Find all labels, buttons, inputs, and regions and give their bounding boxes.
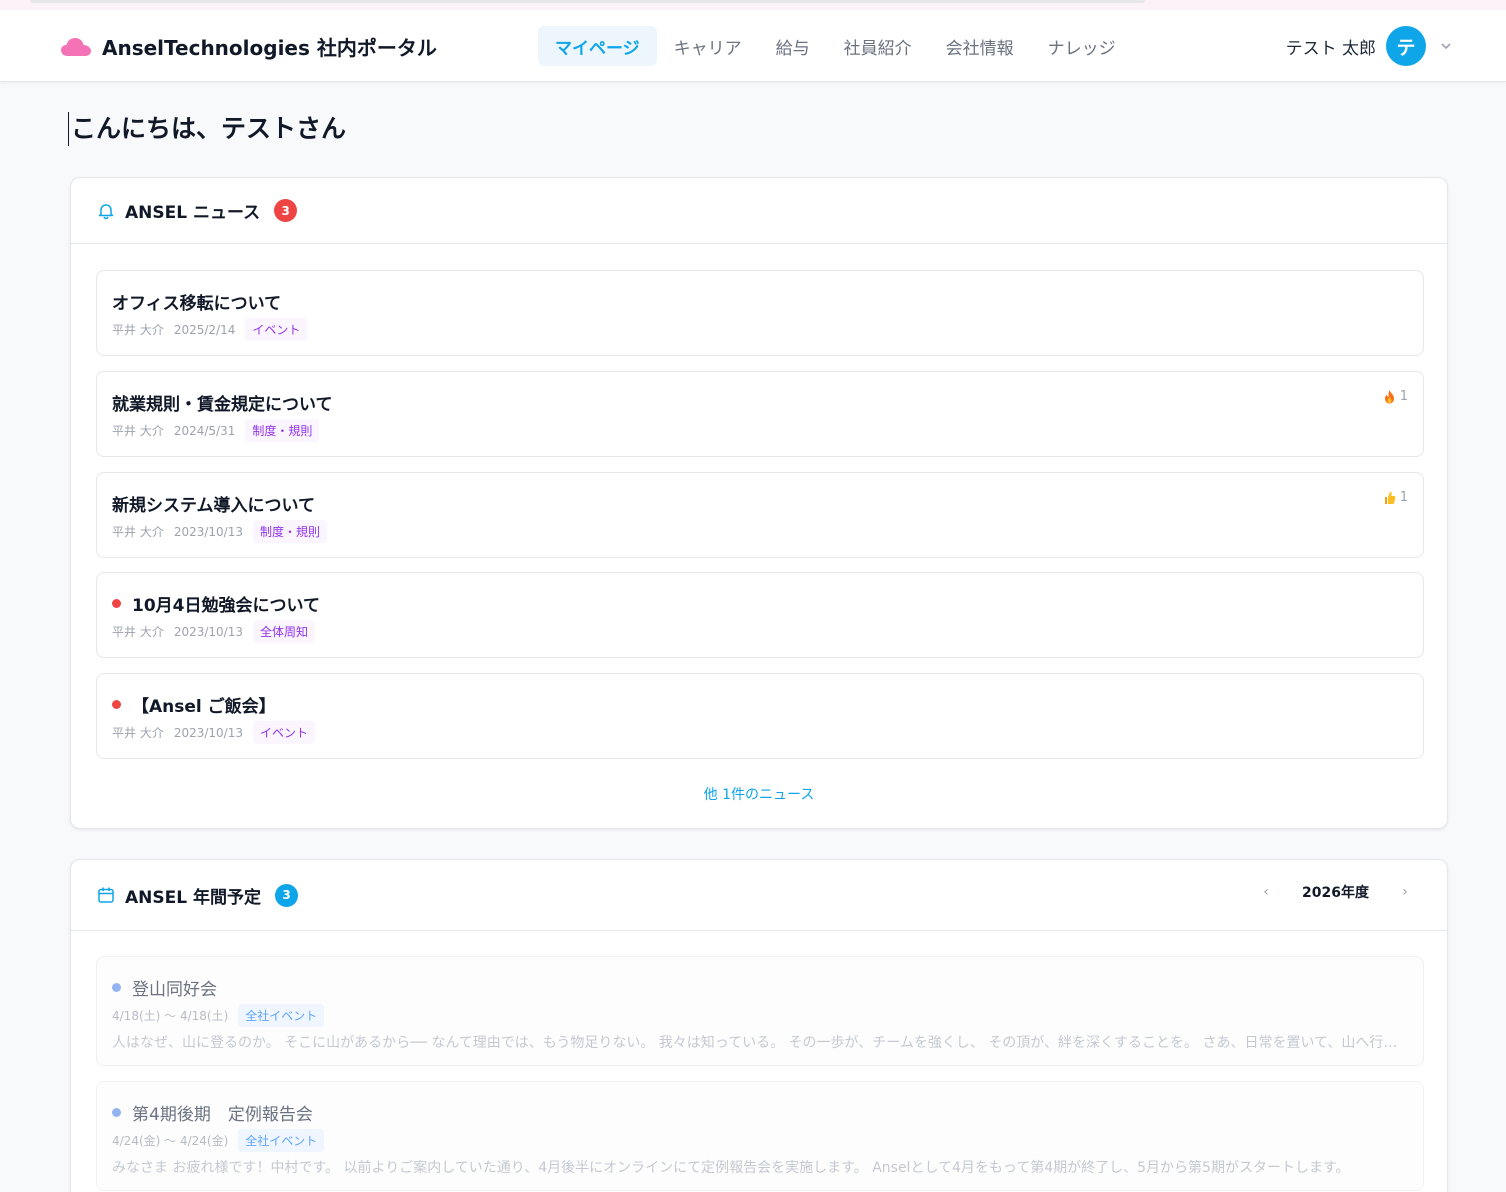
schedule-header: ANSEL 年間予定 3 ‹ 2026年度 › — [71, 860, 1447, 931]
nav-salary[interactable]: 給与 — [759, 26, 827, 66]
event-dot — [112, 1108, 121, 1117]
event-period: 4/24(金) 〜 4/24(金) — [112, 1134, 229, 1148]
news-title: ANSEL ニュース — [125, 203, 261, 223]
news-item-date: 2023/10/13 — [173, 524, 243, 539]
event-title: 登山同好会 — [132, 980, 217, 1000]
news-item-date: 2023/10/13 — [173, 725, 243, 740]
news-item[interactable]: 【Ansel ご飯会】 平井 大介 2023/10/13 イベント — [96, 673, 1424, 759]
thumbs-up-icon — [1384, 491, 1396, 504]
news-item[interactable]: 新規システム導入について 平井 大介 2023/10/13 制度・規則 1 — [96, 472, 1424, 558]
news-item-author: 平井 大介 — [112, 726, 164, 740]
reaction[interactable]: 1 — [1383, 490, 1408, 505]
bell-icon — [98, 203, 114, 219]
nav-career[interactable]: キャリア — [657, 26, 759, 66]
nav-employees[interactable]: 社員紹介 — [827, 26, 929, 66]
news-item[interactable]: 10月4日勉強会について 平井 大介 2023/10/13 全体周知 — [96, 572, 1424, 658]
news-item-date: 2025/2/14 — [173, 322, 236, 337]
nav-knowledge[interactable]: ナレッジ — [1031, 26, 1133, 66]
main-nav: マイページ キャリア 給与 社員紹介 会社情報 ナレッジ — [538, 26, 1133, 66]
news-item-tag: イベント — [253, 721, 316, 744]
reaction[interactable]: 1 — [1383, 389, 1408, 404]
nav-company[interactable]: 会社情報 — [929, 26, 1031, 66]
avatar[interactable]: テ — [1386, 26, 1426, 66]
news-count-badge: 3 — [274, 199, 298, 222]
event-tag: 全社イベント — [238, 1129, 325, 1152]
news-item-date: 2023/10/13 — [173, 624, 243, 639]
event-item[interactable]: 登山同好会 4/18(土) 〜 4/18(土) 全社イベント 人はなぜ、山に登る… — [96, 956, 1424, 1066]
news-item-tag: 制度・規則 — [245, 419, 320, 442]
calendar-icon — [98, 887, 114, 903]
event-description: みなさま お疲れ様です！中村です。 以前よりご案内していた通り、4月後半にオンラ… — [112, 1160, 1350, 1176]
event-title: 第4期後期 定例報告会 — [132, 1105, 313, 1125]
reaction-count: 1 — [1399, 490, 1408, 505]
news-item-author: 平井 大介 — [112, 424, 164, 438]
event-description: 人はなぜ、山に登るのか。 そこに山があるから── なんて理由では、もう物足りない… — [112, 1035, 1408, 1051]
schedule-count-badge: 3 — [275, 883, 298, 907]
event-item[interactable]: 第4期後期 定例報告会 4/24(金) 〜 4/24(金) 全社イベント みなさ… — [96, 1081, 1424, 1191]
year-navigator: ‹ 2026年度 › — [1260, 882, 1411, 902]
event-dot — [112, 983, 121, 992]
browser-bar — [30, 0, 1145, 3]
next-year-button[interactable]: › — [1399, 884, 1411, 900]
news-item[interactable]: 就業規則・賃金規定について 平井 大介 2024/5/31 制度・規則 1 — [96, 371, 1424, 457]
news-item-title: 10月4日勉強会について — [132, 596, 320, 616]
news-item-tag: 制度・規則 — [253, 520, 328, 543]
news-header: ANSEL ニュース 3 — [71, 178, 1447, 244]
schedule-title: ANSEL 年間予定 — [125, 887, 261, 908]
news-item-title: 就業規則・賃金規定について — [112, 395, 333, 415]
user-name: テスト 太郎 — [1285, 38, 1376, 59]
news-item-author: 平井 大介 — [112, 323, 164, 337]
chevron-down-icon[interactable] — [1440, 40, 1452, 52]
page-title: こんにちは、テストさん — [68, 112, 346, 146]
app-logo[interactable]: AnselTechnologies 社内ポータル — [60, 32, 437, 61]
news-item-tag: 全体周知 — [253, 620, 316, 643]
user-menu[interactable]: テスト 太郎 テ — [1286, 26, 1452, 66]
nav-mypage[interactable]: マイページ — [538, 26, 657, 66]
event-tag: 全社イベント — [238, 1004, 325, 1027]
news-item-tag: イベント — [245, 318, 308, 341]
top-strip — [0, 0, 1506, 10]
news-card: ANSEL ニュース 3 オフィス移転について 平井 大介 2025/2/14 … — [70, 177, 1448, 829]
fire-icon — [1384, 390, 1394, 404]
cloud-icon — [61, 37, 91, 56]
app-title: AnselTechnologies 社内ポータル — [102, 36, 437, 60]
reaction-count: 1 — [1399, 389, 1408, 404]
year-label: 2026年度 — [1302, 885, 1369, 901]
news-item-title: 新規システム導入について — [112, 496, 315, 516]
schedule-card: ANSEL 年間予定 3 ‹ 2026年度 › 登山同好会 4/18(土) 〜 … — [70, 859, 1448, 1192]
prev-year-button[interactable]: ‹ — [1260, 884, 1272, 900]
unread-dot — [112, 700, 121, 709]
more-news-link[interactable]: 他 1件のニュース — [71, 784, 1447, 804]
news-item-author: 平井 大介 — [112, 525, 164, 539]
unread-dot — [112, 599, 121, 608]
news-item[interactable]: オフィス移転について 平井 大介 2025/2/14 イベント — [96, 270, 1424, 356]
app-header: AnselTechnologies 社内ポータル マイページ キャリア 給与 社… — [0, 10, 1506, 82]
news-item-date: 2024/5/31 — [173, 423, 236, 438]
news-item-title: 【Ansel ご飯会】 — [132, 697, 276, 717]
event-period: 4/18(土) 〜 4/18(土) — [112, 1009, 229, 1023]
news-item-author: 平井 大介 — [112, 625, 164, 639]
news-item-title: オフィス移転について — [112, 294, 282, 314]
